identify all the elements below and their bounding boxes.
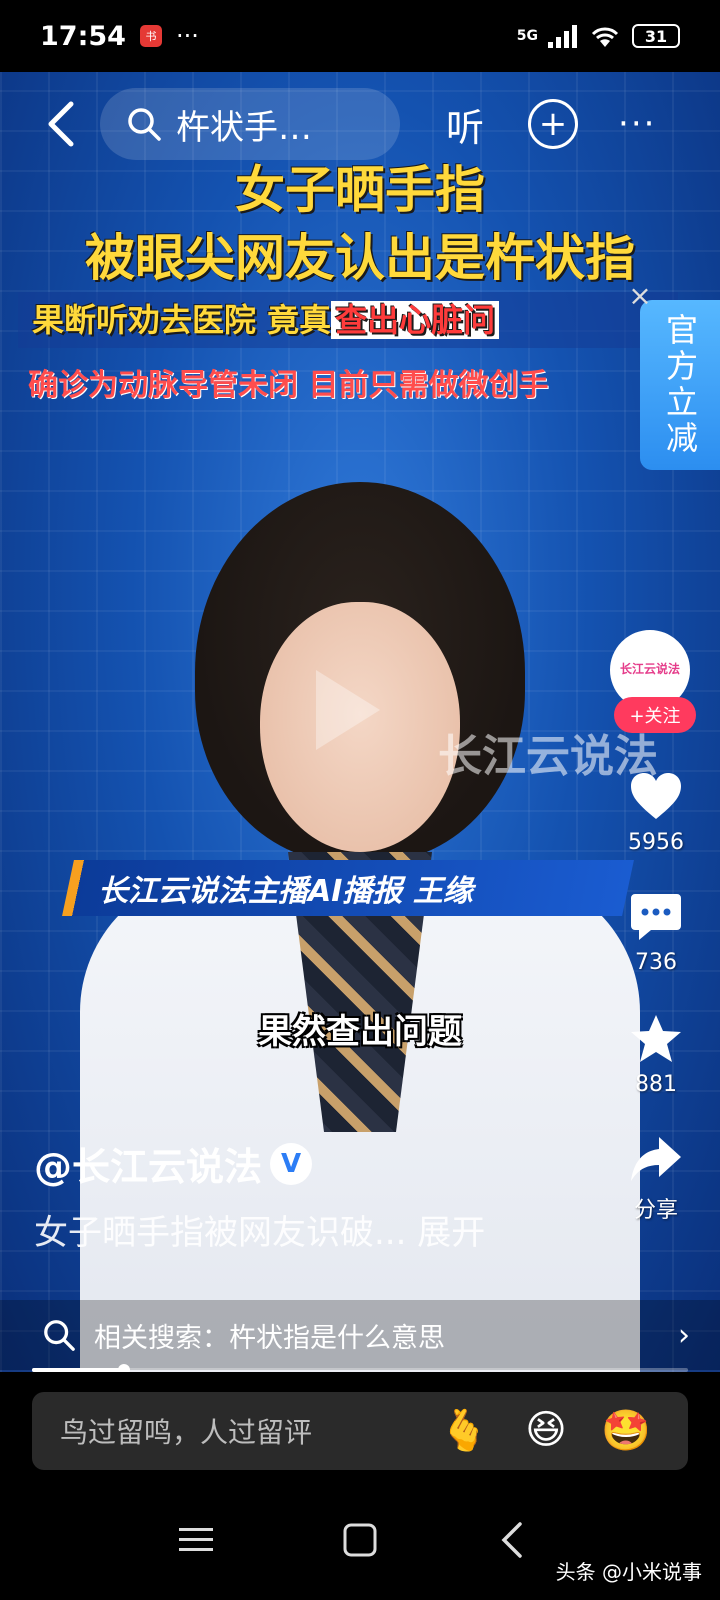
- lower-third-text: 长江云说法主播AI播报 王缘: [98, 874, 473, 909]
- home-button[interactable]: [330, 1510, 390, 1570]
- headline-line-3-yellow: 果断听劝去医院 竟真: [32, 301, 332, 339]
- system-nav-bar: 头条 @小米说事: [0, 1480, 720, 1600]
- share-label: 分享: [633, 1198, 678, 1223]
- search-box[interactable]: 杵状手…: [100, 88, 400, 160]
- finger-heart-emoji-icon[interactable]: 🫰: [438, 1404, 490, 1456]
- laughing-emoji-icon[interactable]: 😆: [520, 1404, 572, 1456]
- comment-input[interactable]: 鸟过留鸣，人过留评: [32, 1392, 688, 1470]
- anchor-lower-third: 长江云说法主播AI播报 王缘: [62, 860, 634, 916]
- promo-close-icon[interactable]: ×: [626, 282, 654, 310]
- related-search-text: 相关搜索：杵状指是什么意思: [94, 1322, 445, 1354]
- comment-action[interactable]: 736: [606, 890, 706, 975]
- headline-line-4: 确诊为动脉导管未闭 目前只需做微创手: [28, 368, 549, 403]
- wifi-icon: [591, 27, 619, 47]
- search-icon: [128, 108, 161, 141]
- nav-back-button[interactable]: [482, 1510, 542, 1570]
- favorite-action[interactable]: 881: [606, 1012, 706, 1097]
- back-triangle-icon: [501, 1522, 522, 1558]
- comment-count: 736: [635, 950, 677, 975]
- chevron-right-icon: ›: [678, 1317, 690, 1353]
- star-icon: [629, 1012, 683, 1066]
- top-bar: 杵状手… 听 + ···: [0, 80, 720, 168]
- share-action[interactable]: 分享: [606, 1132, 706, 1224]
- home-square-icon: [343, 1523, 377, 1557]
- comment-placeholder: 鸟过留鸣，人过留评: [60, 1416, 313, 1449]
- network-type: 5G: [516, 28, 538, 44]
- verified-badge-icon: V: [270, 1142, 313, 1185]
- star-eyes-emoji-icon[interactable]: 🤩: [600, 1404, 652, 1456]
- headline-line-2: 被眼尖网友认出是杵状指: [85, 229, 635, 287]
- video-description[interactable]: 女子晒手指被网友识破... 展开: [34, 1205, 485, 1254]
- like-action[interactable]: 5956: [606, 770, 706, 855]
- comment-area: 鸟过留鸣，人过留评 🫰 😆 🤩: [0, 1372, 720, 1480]
- play-icon[interactable]: [316, 670, 380, 750]
- menu-button[interactable]: [166, 1510, 226, 1570]
- battery-indicator: 31: [632, 24, 680, 48]
- headline-line-3: 果断听劝去医院 竟真 查出心脏问: [18, 292, 678, 348]
- official-discount-promo[interactable]: 官方立减: [640, 300, 720, 470]
- headline-line-3-red: 查出心脏问: [331, 301, 500, 339]
- add-button[interactable]: +: [528, 99, 579, 149]
- more-options-button[interactable]: ···: [618, 104, 656, 144]
- status-time: 17:54: [40, 20, 126, 52]
- heart-icon: [629, 770, 683, 824]
- listen-button[interactable]: 听: [446, 97, 484, 152]
- author-name[interactable]: @长江云说法 V: [34, 1136, 313, 1191]
- app-notification-icon: 书: [139, 25, 162, 47]
- signal-icon: [548, 25, 577, 48]
- source-watermark: 头条 @小米说事: [555, 1560, 702, 1584]
- comment-bubble-icon: [629, 890, 683, 944]
- back-arrow-icon: [48, 101, 74, 147]
- status-right: 5G 31: [517, 23, 680, 49]
- author-handle: @长江云说法: [34, 1145, 263, 1189]
- favorite-count: 881: [635, 1072, 677, 1097]
- more-notifications-icon: ···: [175, 22, 199, 50]
- menu-icon: [179, 1528, 213, 1551]
- like-count: 5956: [628, 830, 684, 855]
- follow-button[interactable]: +关注: [614, 697, 696, 733]
- status-bar: 17:54 书 ··· 5G 31: [0, 0, 720, 72]
- related-search-bar[interactable]: 相关搜索：杵状指是什么意思 ›: [0, 1300, 720, 1370]
- share-arrow-icon: [629, 1132, 683, 1186]
- search-icon: [44, 1320, 75, 1351]
- search-query: 杵状手…: [176, 107, 312, 148]
- back-button[interactable]: [30, 94, 90, 154]
